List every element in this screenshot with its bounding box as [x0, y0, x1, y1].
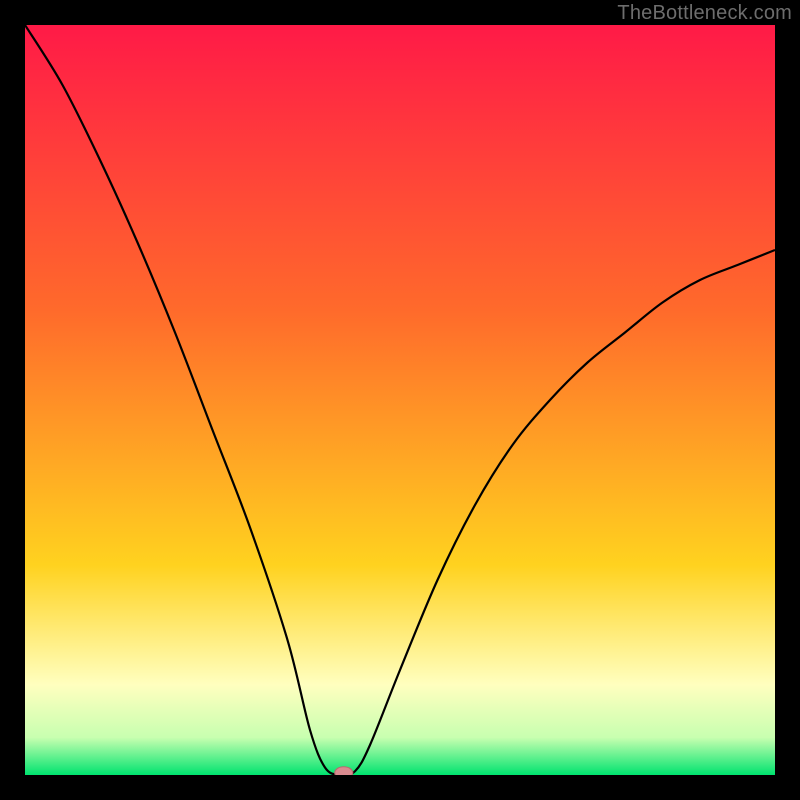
- optimal-marker: [335, 767, 353, 775]
- watermark-text: TheBottleneck.com: [617, 2, 792, 25]
- chart-frame: TheBottleneck.com: [0, 0, 800, 800]
- bottleneck-chart: [25, 25, 775, 775]
- plot-area: [25, 25, 775, 775]
- gradient-background: [25, 25, 775, 775]
